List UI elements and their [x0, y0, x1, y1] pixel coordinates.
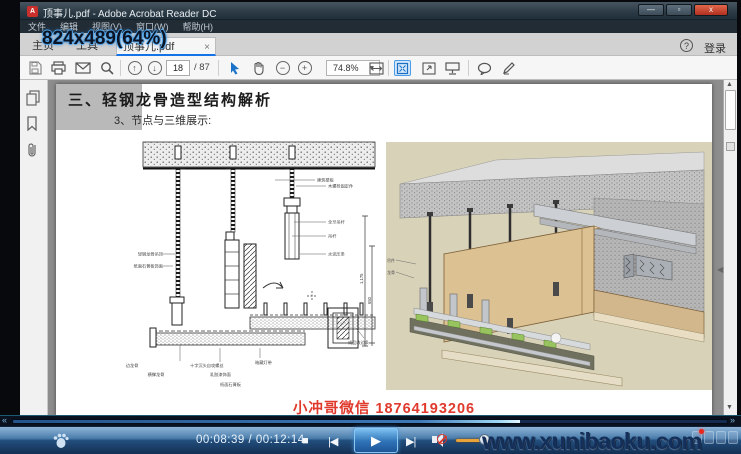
player-control-bar: 00:08:39 / 00:12:14 ■ |◀ ▶ ▶| www.xuniba… — [0, 426, 741, 454]
svg-text:横撑龙骨: 横撑龙骨 — [148, 371, 165, 378]
resolution-osd-badge: 824x489(64%) — [42, 28, 167, 50]
time-display: 00:08:39 / 00:12:14 — [196, 434, 305, 446]
menu-help[interactable]: 帮助(H) — [183, 20, 214, 33]
panel-collapse-icon[interactable]: ◀ — [717, 265, 723, 274]
page-number-input[interactable]: 18 — [166, 60, 190, 76]
zoom-out-icon[interactable]: − — [274, 60, 291, 76]
fill-sign-pencil-icon[interactable] — [500, 60, 517, 76]
presentation-mode-icon[interactable] — [444, 60, 461, 76]
svg-text:建筑楼板: 建筑楼板 — [317, 177, 335, 184]
player-logo-footprint-icon — [52, 430, 70, 450]
zoom-level-value: 74.8% — [333, 63, 359, 73]
svg-text:乳胶漆饰面: 乳胶漆饰面 — [210, 371, 231, 378]
next-button[interactable]: ▶| — [406, 435, 415, 448]
document-scrollbar[interactable]: ▲ ◀ ▼ — [723, 80, 737, 415]
toolbar-separator — [120, 60, 121, 76]
scrollbar-thumb[interactable] — [725, 90, 736, 130]
navigation-rail — [20, 80, 48, 415]
hand-tool-icon[interactable] — [250, 60, 267, 76]
svg-text:龙骨: 龙骨 — [387, 269, 395, 275]
pdf-page: 三、轻钢龙骨造型结构解析 3、节点与三维展示: — [56, 84, 712, 415]
play-icon: ▶ — [371, 433, 381, 449]
fit-page-icon[interactable] — [394, 60, 411, 76]
svg-text:全牙吊杆: 全牙吊杆 — [328, 219, 346, 226]
svg-text:吊件: 吊件 — [387, 257, 395, 263]
scrollbar-marker — [726, 142, 735, 151]
maximize-button[interactable]: ▫ — [666, 4, 692, 16]
fast-forward-icon[interactable]: » — [730, 415, 735, 425]
help-icon[interactable]: ? — [680, 39, 693, 52]
window-title: 顶事儿.pdf - Adobe Acrobat Reader DC — [43, 5, 216, 20]
acrobat-titlebar: A 顶事儿.pdf - Adobe Acrobat Reader DC — ▫ … — [20, 2, 737, 20]
tab-close-icon[interactable]: × — [204, 38, 210, 56]
zoom-in-icon[interactable]: + — [296, 60, 313, 76]
svg-text:1,175: 1,175 — [359, 273, 364, 284]
seek-bar[interactable]: « » — [0, 415, 741, 426]
play-button[interactable]: ▶ — [354, 428, 398, 453]
stop-button[interactable]: ■ — [302, 435, 309, 447]
video-player-window: A 顶事儿.pdf - Adobe Acrobat Reader DC — ▫ … — [0, 0, 741, 454]
svg-text:木螺栓固定件: 木螺栓固定件 — [328, 183, 353, 190]
svg-text:边龙骨: 边龙骨 — [126, 362, 139, 369]
page-thumbnails-icon[interactable] — [26, 90, 42, 106]
pdf-app-icon: A — [27, 6, 38, 17]
progress-fill — [13, 420, 520, 423]
search-icon[interactable] — [98, 60, 115, 76]
minimize-button[interactable]: — — [638, 4, 664, 16]
close-button[interactable]: x — [694, 4, 728, 16]
save-icon[interactable] — [26, 60, 43, 76]
site-watermark: www.xunibaoku.com — [482, 428, 741, 454]
print-icon[interactable] — [50, 60, 67, 76]
svg-text:十字沉头自攻螺丝: 十字沉头自攻螺丝 — [190, 362, 224, 369]
svg-text:650: 650 — [367, 296, 372, 304]
toolbar: ↑ ↓ 18 / 87 − + 74.8% ▼ — [20, 56, 737, 80]
bookmarks-icon[interactable] — [26, 116, 42, 132]
rewind-icon[interactable]: « — [2, 415, 7, 425]
comment-icon[interactable] — [476, 60, 493, 76]
contact-watermark-text: 小冲哥微信 18764193206 — [56, 397, 712, 415]
page-total-label: / 87 — [194, 62, 210, 73]
mute-icon[interactable] — [432, 433, 450, 447]
scroll-down-icon[interactable]: ▼ — [726, 404, 733, 411]
toolbar-separator — [218, 60, 219, 76]
svg-text:轻钢龙骨吊顶: 轻钢龙骨吊顶 — [138, 251, 164, 258]
toolbar-separator — [388, 60, 389, 76]
3d-structure-render: 吊件 龙骨 — [386, 142, 712, 390]
fullscreen-icon[interactable] — [420, 60, 437, 76]
video-display-area[interactable]: A 顶事儿.pdf - Adobe Acrobat Reader DC — ▫ … — [20, 2, 737, 415]
fit-width-icon[interactable] — [368, 60, 385, 76]
select-tool-icon[interactable] — [226, 60, 243, 76]
previous-button[interactable]: |◀ — [328, 435, 337, 448]
svg-text:成品收边条: 成品收边条 — [348, 339, 370, 346]
scroll-up-icon[interactable]: ▲ — [726, 81, 733, 88]
email-icon[interactable] — [74, 60, 91, 76]
previous-page-icon[interactable]: ↑ — [126, 60, 143, 76]
svg-text:暗藏灯带: 暗藏灯带 — [255, 359, 272, 366]
toolbar-separator — [468, 60, 469, 76]
next-page-icon[interactable]: ↓ — [146, 60, 163, 76]
cad-section-drawing: 1,175 650 建筑楼板 木螺栓固定件 全牙吊杆 吊杆 水泥压条 — [60, 136, 382, 398]
document-viewport[interactable]: 三、轻钢龙骨造型结构解析 3、节点与三维展示: — [48, 80, 723, 415]
attachments-icon[interactable] — [26, 142, 42, 158]
signin-button[interactable]: 登录 — [704, 40, 726, 56]
svg-text:水泥压条: 水泥压条 — [328, 251, 346, 258]
svg-text:纸面石膏板: 纸面石膏板 — [220, 381, 242, 388]
seek-track[interactable] — [12, 419, 728, 424]
svg-text:纸面石膏板饰面: 纸面石膏板饰面 — [134, 263, 163, 270]
section-heading: 三、轻钢龙骨造型结构解析 — [68, 89, 272, 110]
svg-text:吊杆: 吊杆 — [328, 233, 337, 240]
sub-heading: 3、节点与三维展示: — [114, 112, 211, 128]
